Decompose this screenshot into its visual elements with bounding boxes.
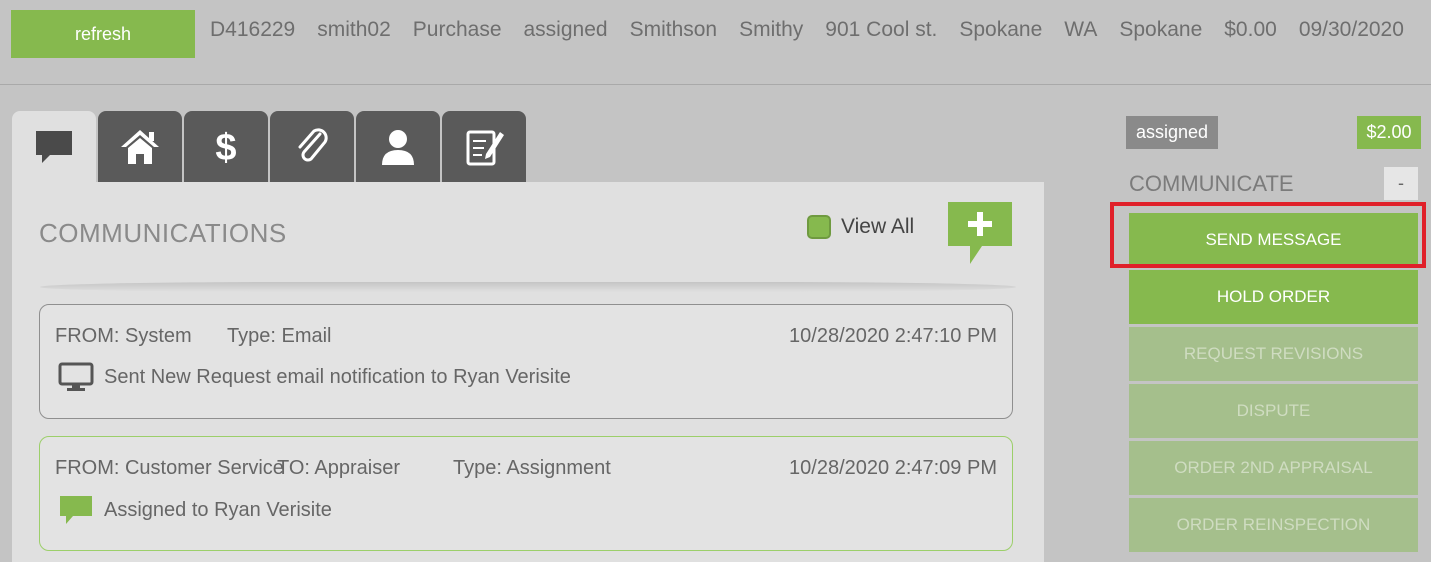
hold-order-button[interactable]: HOLD ORDER [1129,270,1418,324]
tab-notes[interactable] [442,111,526,182]
order-summary: D416229 smith02 Purchase assigned Smiths… [210,18,1404,42]
add-message-icon[interactable] [948,202,1012,264]
order-reinspection-button[interactable]: ORDER REINSPECTION [1129,498,1418,552]
message-type: Type: Assignment [453,457,611,479]
order-due-date: 09/30/2020 [1298,18,1404,41]
dollar-icon: $ [215,127,236,168]
panel-title: COMMUNICATIONS [39,218,287,248]
message-date: 10/28/2020 2:47:10 PM [789,325,997,347]
order-tabs: $ [12,111,526,182]
refresh-button[interactable]: refresh [11,10,195,58]
borrower-first-name: Smithy [739,18,804,41]
home-icon [121,129,159,164]
notepad-icon [466,130,504,165]
send-message-button[interactable]: SEND MESSAGE [1129,213,1418,267]
dispute-button[interactable]: DISPUTE [1129,384,1418,438]
view-all-label: View All [841,215,915,238]
person-icon [382,129,414,165]
property-state: WA [1064,18,1098,41]
svg-text:$: $ [215,127,236,168]
property-county: Spokane [1119,18,1203,41]
message-item[interactable]: FROM: Customer Service TO: Appraiser Typ… [39,436,1013,551]
message-type: Type: Email [227,325,332,347]
order-status: assigned [523,18,608,41]
tab-contacts[interactable] [356,111,440,182]
message-from: FROM: Customer Service [55,457,284,479]
section-divider [40,282,1016,292]
message-date: 10/28/2020 2:47:09 PM [789,457,997,479]
property-city: Spokane [959,18,1043,41]
tab-billing[interactable]: $ [184,111,268,182]
status-badge: assigned [1126,116,1219,149]
message-text: Sent New Request email notification to R… [104,365,571,388]
borrower-last-name: Smithson [629,18,718,41]
order-id: D416229 [210,18,296,41]
collapse-button[interactable]: - [1384,167,1418,200]
message-from: FROM: System [55,325,192,347]
request-revisions-button[interactable]: REQUEST REVISIONS [1129,327,1418,381]
paperclip-icon [298,127,328,161]
message-item[interactable]: FROM: System Type: Email 10/28/2020 2:47… [39,304,1013,419]
message-meta: FROM: System Type: Email [55,325,331,348]
message-text: Assigned to Ryan Verisite [104,498,332,521]
order-2nd-appraisal-button[interactable]: ORDER 2ND APPRAISAL [1129,441,1418,495]
message-body: Sent New Request email notification to R… [58,362,571,392]
order-fee: $0.00 [1224,18,1277,41]
communicate-actions: SEND MESSAGE HOLD ORDER REQUEST REVISION… [1129,213,1418,555]
message-to: TO: Appraiser [277,457,401,479]
order-loan-type: Purchase [412,18,502,41]
tab-attachments[interactable] [270,111,354,182]
view-all-checkbox[interactable] [807,215,831,239]
view-all-toggle[interactable]: View All [807,215,914,239]
monitor-icon [58,362,94,391]
order-user: smith02 [317,18,391,41]
price-badge: $2.00 [1357,116,1421,149]
chat-bubble-icon [36,130,72,163]
message-meta: FROM: Customer Service TO: Appraiser Typ… [55,457,611,480]
communicate-section-title: COMMUNICATE [1129,171,1294,196]
communications-panel: COMMUNICATIONS View All FROM: System Typ… [12,182,1044,562]
tab-communications[interactable] [12,111,96,182]
chat-bubble-icon [60,496,92,524]
tab-property[interactable] [98,111,182,182]
message-body: Assigned to Ryan Verisite [58,494,332,526]
order-header-bar: refresh D416229 smith02 Purchase assigne… [0,0,1431,85]
property-address: 901 Cool st. [825,18,938,41]
